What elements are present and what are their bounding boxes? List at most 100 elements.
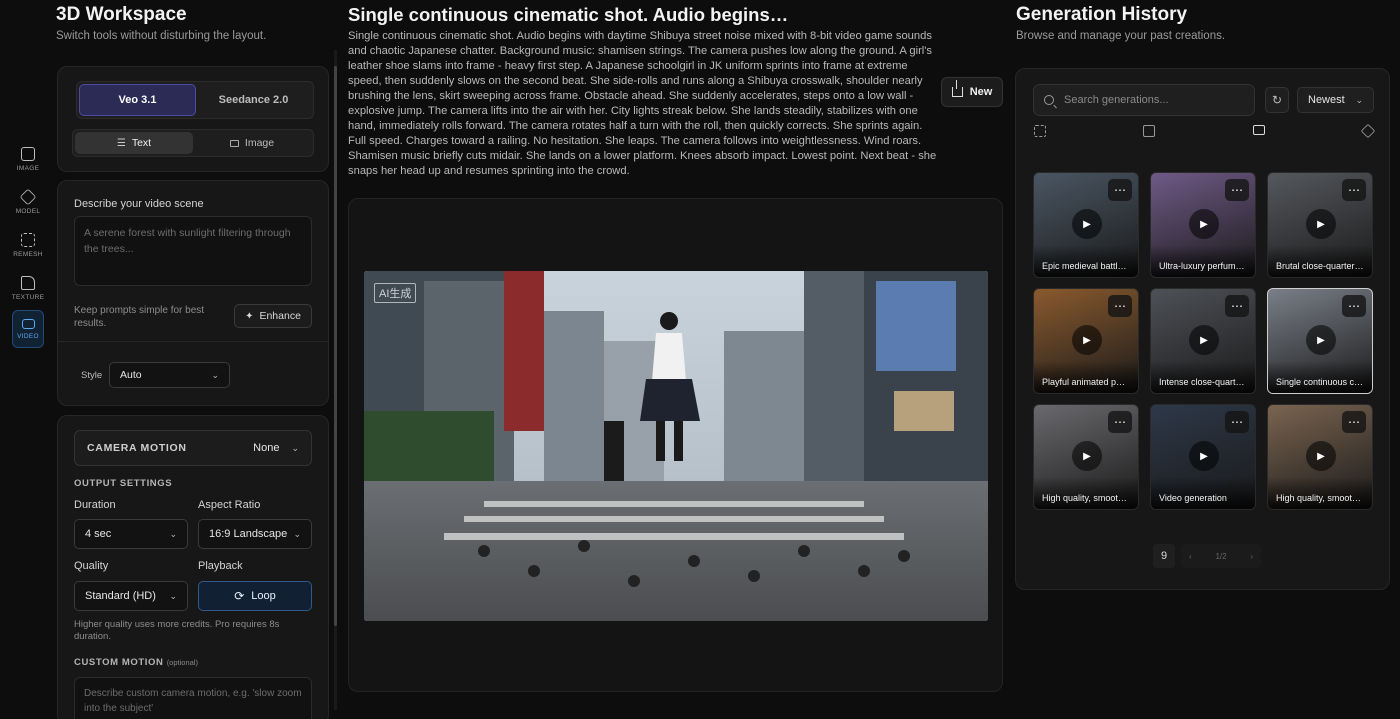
ai-watermark: AI生成 <box>374 283 417 303</box>
style-select[interactable]: Auto ⌄ <box>109 362 230 388</box>
play-icon[interactable]: ▶ <box>1072 325 1102 355</box>
history-card[interactable]: ⋯ ▶ Ultra-luxury perfum… <box>1150 172 1256 278</box>
more-icon[interactable]: ⋯ <box>1108 179 1132 201</box>
enhance-button[interactable]: ✦ Enhance <box>234 304 312 328</box>
play-icon[interactable]: ▶ <box>1306 209 1336 239</box>
chevron-down-icon: ⌄ <box>291 443 299 453</box>
custom-motion-optional: (optional) <box>166 658 198 667</box>
history-title: Generation History <box>1016 4 1188 25</box>
chevron-down-icon: ⌄ <box>169 528 177 539</box>
play-icon[interactable]: ▶ <box>1306 325 1336 355</box>
rail-label: VIDEO <box>17 332 39 340</box>
custom-motion-textarea[interactable]: Describe custom camera motion, e.g. 'slo… <box>74 677 312 719</box>
more-icon[interactable]: ⋯ <box>1225 295 1249 317</box>
rail-label: REMESH <box>13 250 43 258</box>
expand-icon[interactable] <box>1034 125 1046 137</box>
rail-label: IMAGE <box>16 164 40 172</box>
output-settings-heading: OUTPUT SETTINGS <box>74 478 173 489</box>
filter-bar <box>1034 123 1376 141</box>
aspect-ratio-label: Aspect Ratio <box>198 499 261 511</box>
search-icon <box>1044 95 1054 105</box>
new-button[interactable]: New <box>941 77 1003 107</box>
history-caption: Epic medieval battl… <box>1034 245 1138 277</box>
next-page-icon[interactable]: › <box>1250 552 1253 561</box>
history-panel: Search generations... ↻ Newest ⌄ ⋯ ▶ Epic … <box>1015 68 1390 590</box>
quality-note: Higher quality uses more credits. Pro re… <box>74 619 280 642</box>
play-icon[interactable]: ▶ <box>1072 441 1102 471</box>
video-filter-icon[interactable] <box>1252 125 1265 135</box>
history-card[interactable]: ⋯ ▶ High quality, smoot… <box>1033 404 1139 510</box>
duration-label: Duration <box>74 499 116 511</box>
history-caption: Playful animated pe… <box>1034 361 1138 393</box>
more-icon[interactable]: ⋯ <box>1342 179 1366 201</box>
video-stage: AI生成 <box>348 198 1003 692</box>
item-count: 9 <box>1153 544 1175 568</box>
rail-label: MODEL <box>15 207 41 215</box>
quality-select[interactable]: Standard (HD) ⌄ <box>74 581 188 611</box>
rail-item-image[interactable]: IMAGE <box>8 138 48 180</box>
prompt-textarea[interactable]: A serene forest with sunlight filtering … <box>74 216 312 286</box>
workspace-subtitle: Switch tools without disturbing the layo… <box>56 30 267 42</box>
style-value: Auto <box>120 369 142 381</box>
generation-description: Single continuous cinematic shot. Audio … <box>348 30 937 177</box>
app-root: 3D Workspace Switch tools without distur… <box>0 0 1400 719</box>
image-icon <box>229 139 239 147</box>
more-icon[interactable]: ⋯ <box>1108 411 1132 433</box>
scrollbar-thumb[interactable] <box>334 66 337 626</box>
duration-select[interactable]: 4 sec ⌄ <box>74 519 188 549</box>
search-input[interactable]: Search generations... <box>1033 84 1255 116</box>
search-placeholder: Search generations... <box>1064 94 1169 106</box>
workspace-title: 3D Workspace <box>56 4 187 25</box>
model-filter-icon[interactable] <box>1360 123 1376 139</box>
mode-switch: ☰ Text Image <box>72 129 314 157</box>
model-veo-button[interactable]: Veo 3.1 <box>79 84 196 116</box>
aspect-ratio-select[interactable]: 16:9 Landscape ⌄ <box>198 519 312 549</box>
prompt-label: Describe your video scene <box>74 198 204 210</box>
style-label: Style <box>81 370 103 381</box>
more-icon[interactable]: ⋯ <box>1225 411 1249 433</box>
history-caption: Ultra-luxury perfum… <box>1151 245 1255 277</box>
more-icon[interactable]: ⋯ <box>1342 411 1366 433</box>
history-card[interactable]: ⋯ ▶ Brutal close-quarter… <box>1267 172 1373 278</box>
mode-text-button[interactable]: ☰ Text <box>75 132 193 154</box>
history-card[interactable]: ⋯ ▶ Video generation <box>1150 404 1256 510</box>
play-icon[interactable]: ▶ <box>1306 441 1336 471</box>
tool-rail: IMAGE MODEL REMESH TEXTURE VIDEO <box>8 138 48 349</box>
play-icon[interactable]: ▶ <box>1189 325 1219 355</box>
camera-motion-select[interactable]: CAMERA MOTION None ⌄ <box>74 430 312 466</box>
sort-select[interactable]: Newest ⌄ <box>1297 87 1374 113</box>
chevron-down-icon: ⌄ <box>211 369 219 380</box>
more-icon[interactable]: ⋯ <box>1342 295 1366 317</box>
history-card[interactable]: ⋯ ▶ Epic medieval battl… <box>1033 172 1139 278</box>
video-player[interactable]: AI生成 <box>364 271 988 621</box>
model-seedance-button[interactable]: Seedance 2.0 <box>196 84 311 116</box>
rail-item-model[interactable]: MODEL <box>8 181 48 223</box>
play-icon[interactable]: ▶ <box>1189 209 1219 239</box>
rail-item-texture[interactable]: TEXTURE <box>8 267 48 309</box>
more-icon[interactable]: ⋯ <box>1225 179 1249 201</box>
custom-motion-heading: CUSTOM MOTION (optional) <box>74 657 198 668</box>
more-icon[interactable]: ⋯ <box>1108 295 1132 317</box>
mode-image-button[interactable]: Image <box>193 132 311 154</box>
loop-button[interactable]: ⟳ Loop <box>198 581 312 611</box>
model-switch: Veo 3.1 Seedance 2.0 <box>76 81 314 119</box>
history-subtitle: Browse and manage your past creations. <box>1016 30 1226 42</box>
play-icon[interactable]: ▶ <box>1072 209 1102 239</box>
refresh-button[interactable]: ↻ <box>1265 87 1289 113</box>
mode-text-label: Text <box>131 137 152 149</box>
page-indicator: 1/2 <box>1215 551 1227 561</box>
quality-value: Standard (HD) <box>85 590 156 602</box>
image-filter-icon[interactable] <box>1143 125 1156 137</box>
history-caption: High quality, smoot… <box>1268 477 1372 509</box>
aspect-ratio-value: 16:9 Landscape <box>209 528 288 540</box>
play-icon[interactable]: ▶ <box>1189 441 1219 471</box>
history-card[interactable]: ⋯ ▶ Playful animated pe… <box>1033 288 1139 394</box>
model-panel: Veo 3.1 Seedance 2.0 ☰ Text Image <box>57 66 329 172</box>
rail-item-video[interactable]: VIDEO <box>12 310 44 348</box>
history-card-selected[interactable]: ⋯ ▶ Single continuous c… <box>1267 288 1373 394</box>
cube-icon <box>19 188 37 205</box>
prev-page-icon[interactable]: ‹ <box>1189 552 1192 561</box>
history-card[interactable]: ⋯ ▶ High quality, smoot… <box>1267 404 1373 510</box>
rail-item-remesh[interactable]: REMESH <box>8 224 48 266</box>
history-card[interactable]: ⋯ ▶ Intense close-quart… <box>1150 288 1256 394</box>
